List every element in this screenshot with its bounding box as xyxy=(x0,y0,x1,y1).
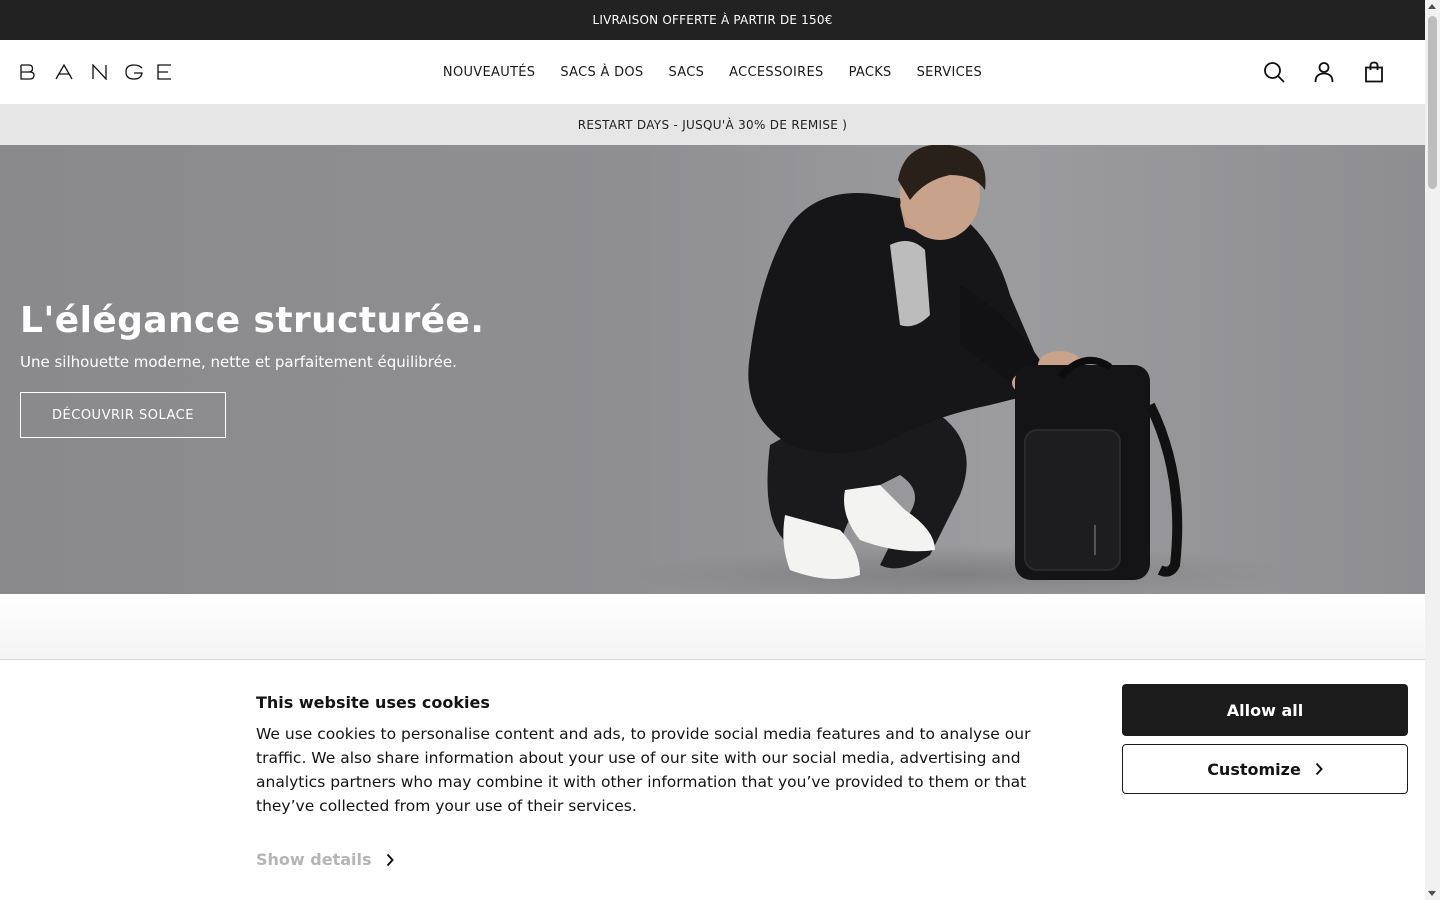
site-header: NOUVEAUTÉS SACS À DOS SACS ACCESSOIRES P… xyxy=(0,40,1425,104)
scroll-down-arrow-icon[interactable] xyxy=(1428,891,1436,896)
nav-item-packs[interactable]: PACKS xyxy=(849,65,892,80)
hero-subtitle: Une silhouette moderne, nette et parfait… xyxy=(20,353,457,371)
promo-text: RESTART DAYS - JUSQU'À 30% DE REMISE ) xyxy=(577,117,848,132)
content-section xyxy=(0,594,1425,660)
discover-solace-button[interactable]: DÉCOUVRIR SOLACE xyxy=(20,392,226,438)
header-actions xyxy=(1262,60,1386,84)
promo-banner[interactable]: RESTART DAYS - JUSQU'À 30% DE REMISE ) xyxy=(0,104,1425,145)
scrollbar-thumb[interactable] xyxy=(1428,16,1437,189)
account-icon[interactable] xyxy=(1312,60,1336,84)
customize-button[interactable]: Customize xyxy=(1122,744,1408,794)
cookie-title: This website uses cookies xyxy=(256,693,490,712)
hero-content: L'élégance structurée. Une silhouette mo… xyxy=(20,300,484,438)
allow-all-button[interactable]: Allow all xyxy=(1122,684,1408,736)
nav-item-accessoires[interactable]: ACCESSOIRES xyxy=(729,65,823,80)
shipping-announcement-bar: LIVRAISON OFFERTE À PARTIR DE 150€ xyxy=(0,0,1425,40)
chevron-right-icon xyxy=(386,853,394,866)
chevron-right-icon xyxy=(1315,762,1323,776)
nav-item-sacs-a-dos[interactable]: SACS À DOS xyxy=(560,65,643,80)
cookie-description: We use cookies to personalise content an… xyxy=(256,725,1031,815)
nav-item-services[interactable]: SERVICES xyxy=(917,65,982,80)
scroll-up-arrow-icon[interactable] xyxy=(1428,4,1436,9)
hero-banner: L'élégance structurée. Une silhouette mo… xyxy=(0,145,1425,594)
bange-wordmark xyxy=(20,64,171,80)
show-details-label: Show details xyxy=(256,850,372,869)
page: LIVRAISON OFFERTE À PARTIR DE 150€ NOUVE… xyxy=(0,0,1425,900)
page-scrollbar[interactable] xyxy=(1425,0,1440,900)
main-navigation: NOUVEAUTÉS SACS À DOS SACS ACCESSOIRES P… xyxy=(0,40,1425,104)
cookie-consent-banner: This website uses cookies We use cookies… xyxy=(0,659,1425,900)
customize-label: Customize xyxy=(1207,759,1301,779)
bag-icon[interactable] xyxy=(1362,60,1386,84)
search-icon[interactable] xyxy=(1262,60,1286,84)
nav-item-nouveautes[interactable]: NOUVEAUTÉS xyxy=(443,65,535,80)
show-details-link[interactable]: Show details xyxy=(256,850,394,869)
bange-logo[interactable] xyxy=(20,62,172,82)
hero-title: L'élégance structurée. xyxy=(20,300,485,341)
nav-item-sacs[interactable]: SACS xyxy=(668,65,704,80)
shipping-announcement-text: LIVRAISON OFFERTE À PARTIR DE 150€ xyxy=(592,13,833,27)
